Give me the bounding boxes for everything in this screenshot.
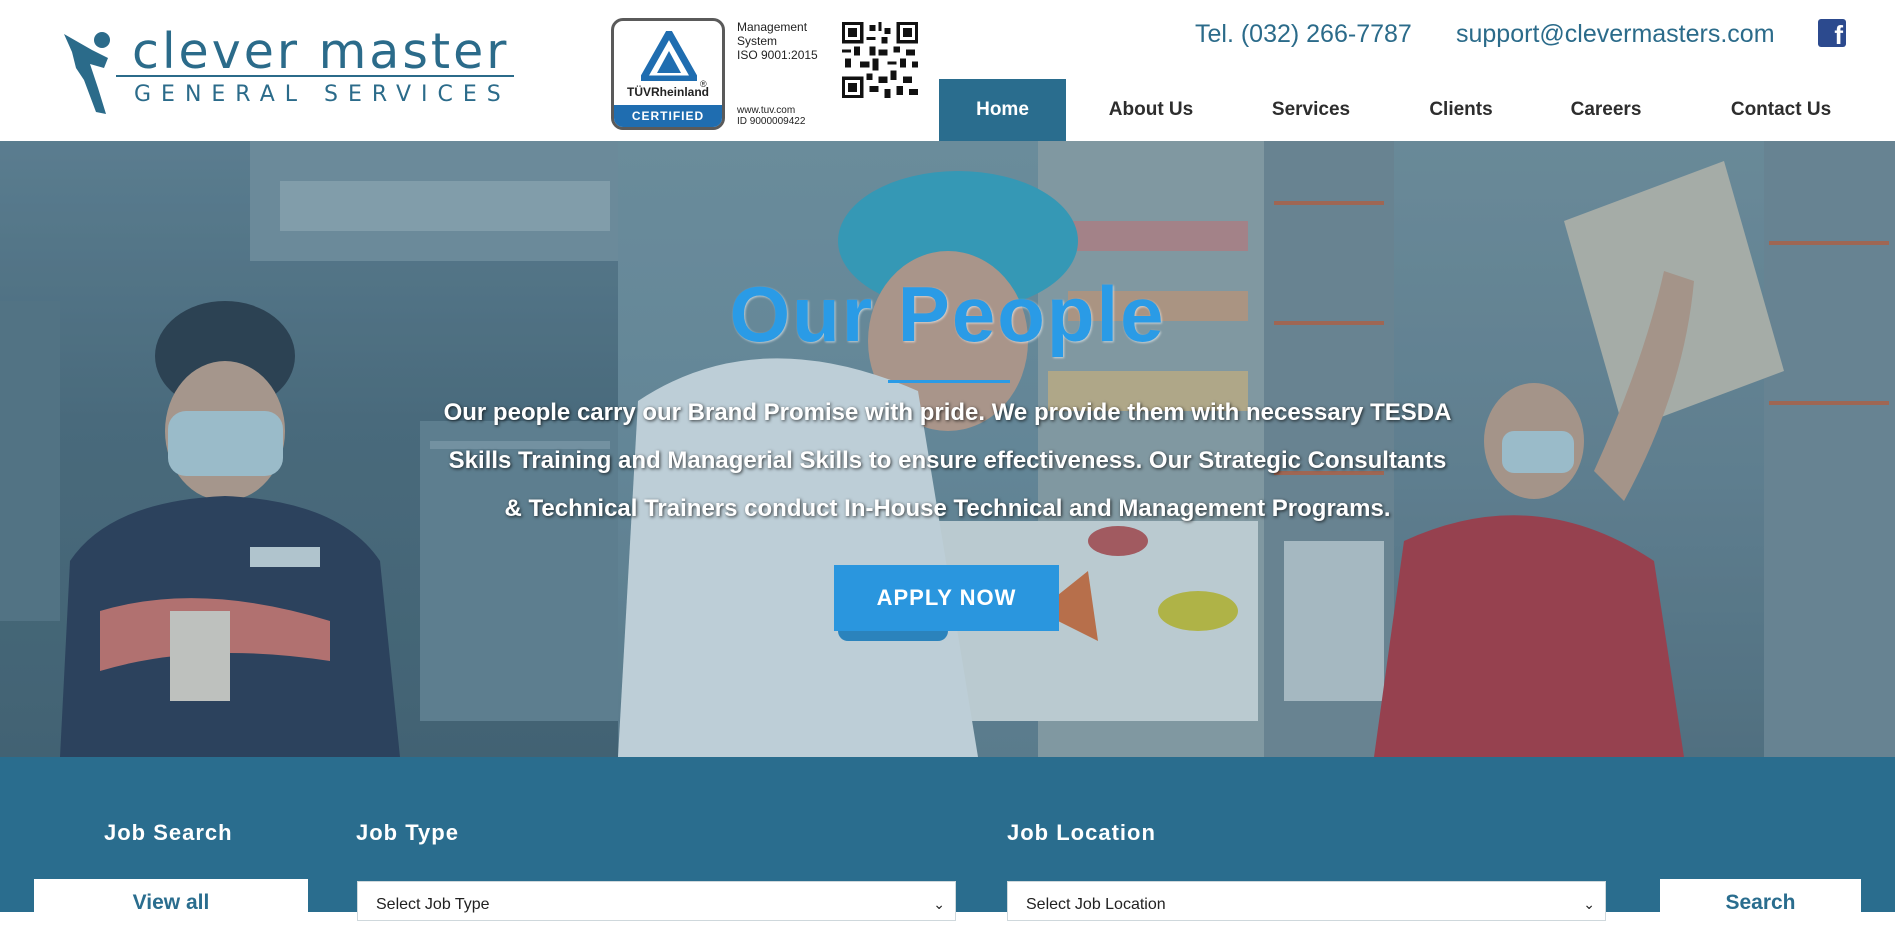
brand-tagline: GENERAL SERVICES <box>134 82 511 107</box>
job-location-selected-value: Select Job Location <box>1026 896 1166 913</box>
cert-id: ID 9000009422 <box>737 116 806 127</box>
nav-item-home[interactable]: Home <box>939 79 1066 141</box>
site-header: clever master GENERAL SERVICES ® TÜVRhei… <box>0 0 1895 141</box>
cert-url: www.tuv.com <box>737 105 796 116</box>
job-type-label: Job Type <box>356 820 459 845</box>
tuv-name: TÜVRheinland <box>626 85 709 99</box>
hero-line: & Technical Trainers conduct In-House Te… <box>504 495 1391 522</box>
job-location-label: Job Location <box>1007 820 1156 845</box>
tuv-triangle-icon <box>641 31 697 81</box>
running-person-logo-icon <box>64 32 110 114</box>
main-nav: Home About Us Services Clients Careers C… <box>939 79 1886 141</box>
nav-item-contact-us[interactable]: Contact Us <box>1676 79 1886 141</box>
chevron-down-icon: ⌄ <box>1583 896 1595 912</box>
certified-label: CERTIFIED <box>614 105 722 127</box>
tuv-certified-badge: ® TÜVRheinland CERTIFIED <box>611 18 725 130</box>
nav-item-about-us[interactable]: About Us <box>1066 79 1236 141</box>
hero-title-underline <box>888 380 1010 383</box>
nav-item-clients[interactable]: Clients <box>1386 79 1536 141</box>
apply-now-button[interactable]: APPLY NOW <box>834 565 1059 631</box>
qr-code-icon <box>842 22 918 98</box>
job-search-heading: Job Search <box>104 820 233 845</box>
logo-divider <box>116 75 514 77</box>
hero-description: Our people carry our Brand Promise with … <box>400 389 1495 533</box>
brand-name: clever master <box>132 23 510 80</box>
view-all-button[interactable]: View all <box>34 879 308 919</box>
phone-link[interactable]: Tel. (032) 266-7787 <box>1195 20 1412 49</box>
hero-banner: Our People Our people carry our Brand Pr… <box>0 141 1895 757</box>
email-link[interactable]: support@clevermasters.com <box>1456 20 1775 49</box>
cert-line: ISO 9001:2015 <box>737 48 818 62</box>
search-button[interactable]: Search <box>1660 879 1861 919</box>
job-location-select[interactable]: Select Job Location ⌄ <box>1007 881 1606 921</box>
cert-line: System <box>737 34 778 48</box>
job-type-selected-value: Select Job Type <box>376 896 490 913</box>
nav-item-services[interactable]: Services <box>1236 79 1386 141</box>
hero-line: Our people carry our Brand Promise with … <box>443 399 1452 426</box>
nav-item-careers[interactable]: Careers <box>1536 79 1676 141</box>
job-type-select[interactable]: Select Job Type ⌄ <box>357 881 956 921</box>
certification-block: ® TÜVRheinland CERTIFIED Management Syst… <box>611 18 918 130</box>
hero-title: Our People <box>729 270 1166 358</box>
company-logo[interactable]: clever master GENERAL SERVICES <box>64 24 514 119</box>
job-search-bar: Job Search Job Type Job Location View al… <box>0 757 1895 921</box>
cert-line: Management <box>737 20 808 34</box>
hero-line: Skills Training and Managerial Skills to… <box>448 447 1447 474</box>
certification-reference: www.tuv.com ID 9000009422 <box>737 105 837 127</box>
chevron-down-icon: ⌄ <box>933 896 945 912</box>
facebook-icon[interactable]: f <box>1818 19 1846 47</box>
certification-text: Management System ISO 9001:2015 <box>737 20 827 62</box>
